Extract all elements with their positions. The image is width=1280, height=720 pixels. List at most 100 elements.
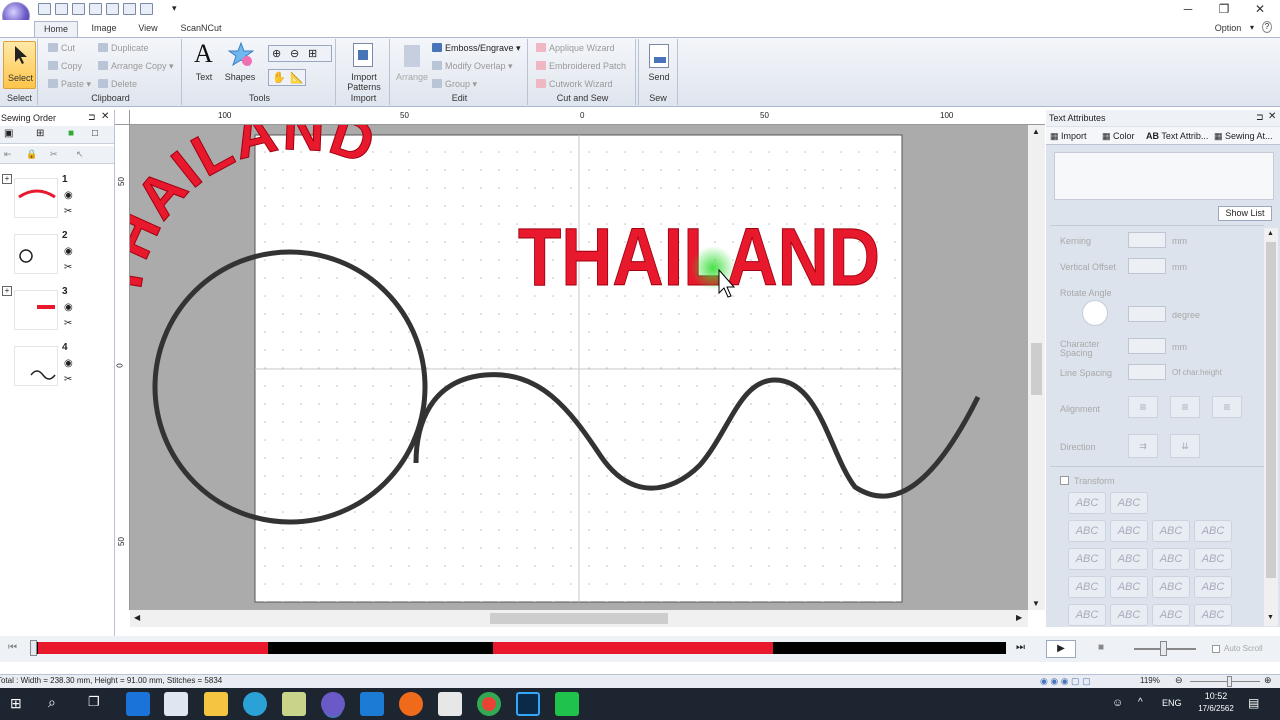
rotate-angle-field[interactable] bbox=[1128, 306, 1166, 322]
zoom-in-icon[interactable]: ⊕ bbox=[1264, 675, 1272, 686]
tab-image[interactable]: Image bbox=[82, 21, 126, 37]
list-item[interactable]: 2 ◉ ✂ bbox=[0, 228, 114, 282]
tab-view[interactable]: View bbox=[128, 21, 168, 37]
collapse-icon[interactable]: □ bbox=[92, 128, 98, 139]
pin-icon[interactable]: ⊐ bbox=[1256, 112, 1264, 123]
eye-icon[interactable]: ◉ bbox=[64, 246, 73, 257]
undo-icon[interactable] bbox=[106, 3, 119, 15]
zoom-slider[interactable] bbox=[1190, 681, 1260, 682]
close-button[interactable]: ✕ bbox=[1242, 0, 1278, 20]
tab-text-attributes[interactable]: AB Text Attrib... bbox=[1146, 131, 1208, 141]
arrange-copy-button[interactable]: Arrange Copy ▾ bbox=[98, 61, 174, 72]
stop-button[interactable]: ■ bbox=[1086, 640, 1116, 658]
transform-option[interactable]: ABC bbox=[1110, 548, 1148, 570]
chrome-icon[interactable] bbox=[477, 692, 501, 716]
transform-option[interactable]: ABC bbox=[1152, 520, 1190, 542]
speed-slider-thumb[interactable] bbox=[1160, 641, 1167, 656]
photoshop-icon[interactable] bbox=[516, 692, 540, 716]
zoom-slider-thumb[interactable] bbox=[1227, 676, 1232, 687]
import-patterns-button[interactable]: Import Patterns bbox=[340, 41, 388, 92]
zoom-out-icon[interactable]: ⊖ bbox=[290, 47, 299, 60]
option-dropdown-icon[interactable]: ▾ bbox=[1250, 23, 1254, 32]
pin-icon[interactable]: ⊐ bbox=[88, 112, 96, 123]
notification-icon[interactable]: ▤ bbox=[1248, 696, 1259, 710]
tab-color[interactable]: ▦ Color bbox=[1102, 131, 1135, 142]
windows-start-icon[interactable]: ⊞ bbox=[10, 695, 22, 712]
stitch-timeline[interactable] bbox=[30, 640, 1006, 656]
zoom-in-icon[interactable]: ⊕ bbox=[272, 47, 281, 60]
auto-scroll-checkbox[interactable] bbox=[1212, 645, 1220, 653]
embroidery-app-icon[interactable] bbox=[321, 692, 345, 716]
horizontal-scrollbar[interactable]: ◀ ▶ bbox=[130, 610, 1028, 627]
view-icon[interactable]: ▣ bbox=[4, 128, 13, 139]
text-button[interactable]: A Text bbox=[188, 39, 220, 89]
eye-icon[interactable]: ◉ bbox=[64, 190, 73, 201]
transform-option[interactable]: ABC bbox=[1194, 604, 1232, 626]
scissors-icon[interactable]: ✂ bbox=[64, 374, 72, 385]
send-button[interactable]: Send bbox=[641, 41, 677, 89]
kerning-field[interactable] bbox=[1128, 232, 1166, 248]
expand-icon[interactable]: + bbox=[2, 286, 12, 296]
panel-close-icon[interactable]: ✕ bbox=[101, 111, 109, 122]
lock-icon[interactable]: 🔒 bbox=[26, 149, 37, 160]
qat-dropdown-icon[interactable]: ▾ bbox=[172, 3, 177, 14]
rotate-dial[interactable] bbox=[1082, 300, 1108, 326]
expand-icon[interactable]: + bbox=[2, 174, 12, 184]
view-mode-icons[interactable]: ◉ ◉ ◉ ▢ ▢ bbox=[1040, 676, 1091, 687]
help-icon[interactable]: ? bbox=[1262, 21, 1272, 33]
panel-scroll-thumb[interactable] bbox=[1266, 242, 1276, 578]
vertical-scrollbar[interactable]: ▲ ▼ bbox=[1028, 125, 1045, 610]
skip-back-icon[interactable]: ⏮ bbox=[8, 642, 17, 653]
transform-option[interactable]: ABC bbox=[1068, 492, 1106, 514]
emboss-engrave-button[interactable]: Emboss/Engrave ▾ bbox=[432, 43, 521, 54]
open-icon[interactable] bbox=[55, 3, 68, 15]
copy-button[interactable]: Copy bbox=[48, 61, 82, 71]
scissors-icon[interactable]: ✂ bbox=[64, 318, 72, 329]
horizontal-scroll-thumb[interactable] bbox=[490, 613, 668, 624]
tab-home[interactable]: Home bbox=[34, 21, 78, 37]
vertical-offset-field[interactable] bbox=[1128, 258, 1166, 274]
transform-option[interactable]: ABC bbox=[1194, 548, 1232, 570]
search-icon[interactable]: ⌕ bbox=[48, 694, 56, 711]
delete-button[interactable]: Delete bbox=[98, 79, 137, 89]
transform-option[interactable]: ABC bbox=[1068, 548, 1106, 570]
scroll-down-icon[interactable]: ▼ bbox=[1267, 614, 1274, 621]
list-item[interactable]: 4 ◉ ✂ bbox=[0, 340, 114, 394]
hand-icon[interactable]: ✋ bbox=[272, 71, 286, 84]
design-canvas[interactable]: THAILAND THAILAND bbox=[130, 125, 1028, 610]
list-item[interactable]: + 1 ◉ ✂ bbox=[0, 172, 114, 226]
transform-option[interactable]: ABC bbox=[1152, 576, 1190, 598]
embroidered-patch-button[interactable]: Embroidered Patch bbox=[536, 61, 626, 71]
group-button[interactable]: Group ▾ bbox=[432, 79, 477, 90]
clock-time[interactable]: 10:52 bbox=[1196, 691, 1236, 701]
tab-import[interactable]: ▦ Import bbox=[1050, 131, 1087, 142]
move-first-icon[interactable]: ⇤ bbox=[4, 149, 12, 160]
text-list-box[interactable] bbox=[1054, 152, 1274, 200]
transform-option[interactable]: ABC bbox=[1194, 576, 1232, 598]
transform-option[interactable]: ABC bbox=[1110, 520, 1148, 542]
paste-button[interactable]: Paste ▾ bbox=[48, 79, 91, 90]
scissors-icon[interactable]: ✂ bbox=[64, 206, 72, 217]
scroll-up-icon[interactable]: ▲ bbox=[1267, 230, 1274, 237]
language-indicator[interactable]: ENG bbox=[1162, 698, 1182, 708]
order-icon[interactable]: ⊞ bbox=[36, 128, 44, 139]
transform-option[interactable]: ABC bbox=[1152, 548, 1190, 570]
edge-icon[interactable] bbox=[126, 692, 150, 716]
skype-icon[interactable] bbox=[243, 692, 267, 716]
file-app-icon[interactable] bbox=[164, 692, 188, 716]
fire-app-icon[interactable] bbox=[399, 692, 423, 716]
scroll-left-icon[interactable]: ◀ bbox=[134, 613, 140, 622]
shapes-button[interactable]: Shapes bbox=[222, 41, 258, 89]
vertical-scroll-thumb[interactable] bbox=[1031, 343, 1042, 395]
align-right-icon[interactable]: ≡ bbox=[1212, 396, 1242, 418]
hand-measure-tools[interactable]: ✋ 📐 bbox=[268, 69, 306, 86]
vertical-direction-icon[interactable]: ⇊ bbox=[1170, 434, 1200, 458]
play-button[interactable]: ▶ bbox=[1046, 640, 1076, 658]
arrange-button[interactable]: Arrange bbox=[396, 41, 428, 89]
line-spacing-field[interactable] bbox=[1128, 364, 1166, 380]
duplicate-button[interactable]: Duplicate bbox=[98, 43, 149, 53]
scroll-right-icon[interactable]: ▶ bbox=[1016, 613, 1022, 622]
measure-icon[interactable]: 📐 bbox=[290, 71, 304, 84]
scroll-down-icon[interactable]: ▼ bbox=[1032, 599, 1040, 608]
redo-icon[interactable] bbox=[123, 3, 136, 15]
